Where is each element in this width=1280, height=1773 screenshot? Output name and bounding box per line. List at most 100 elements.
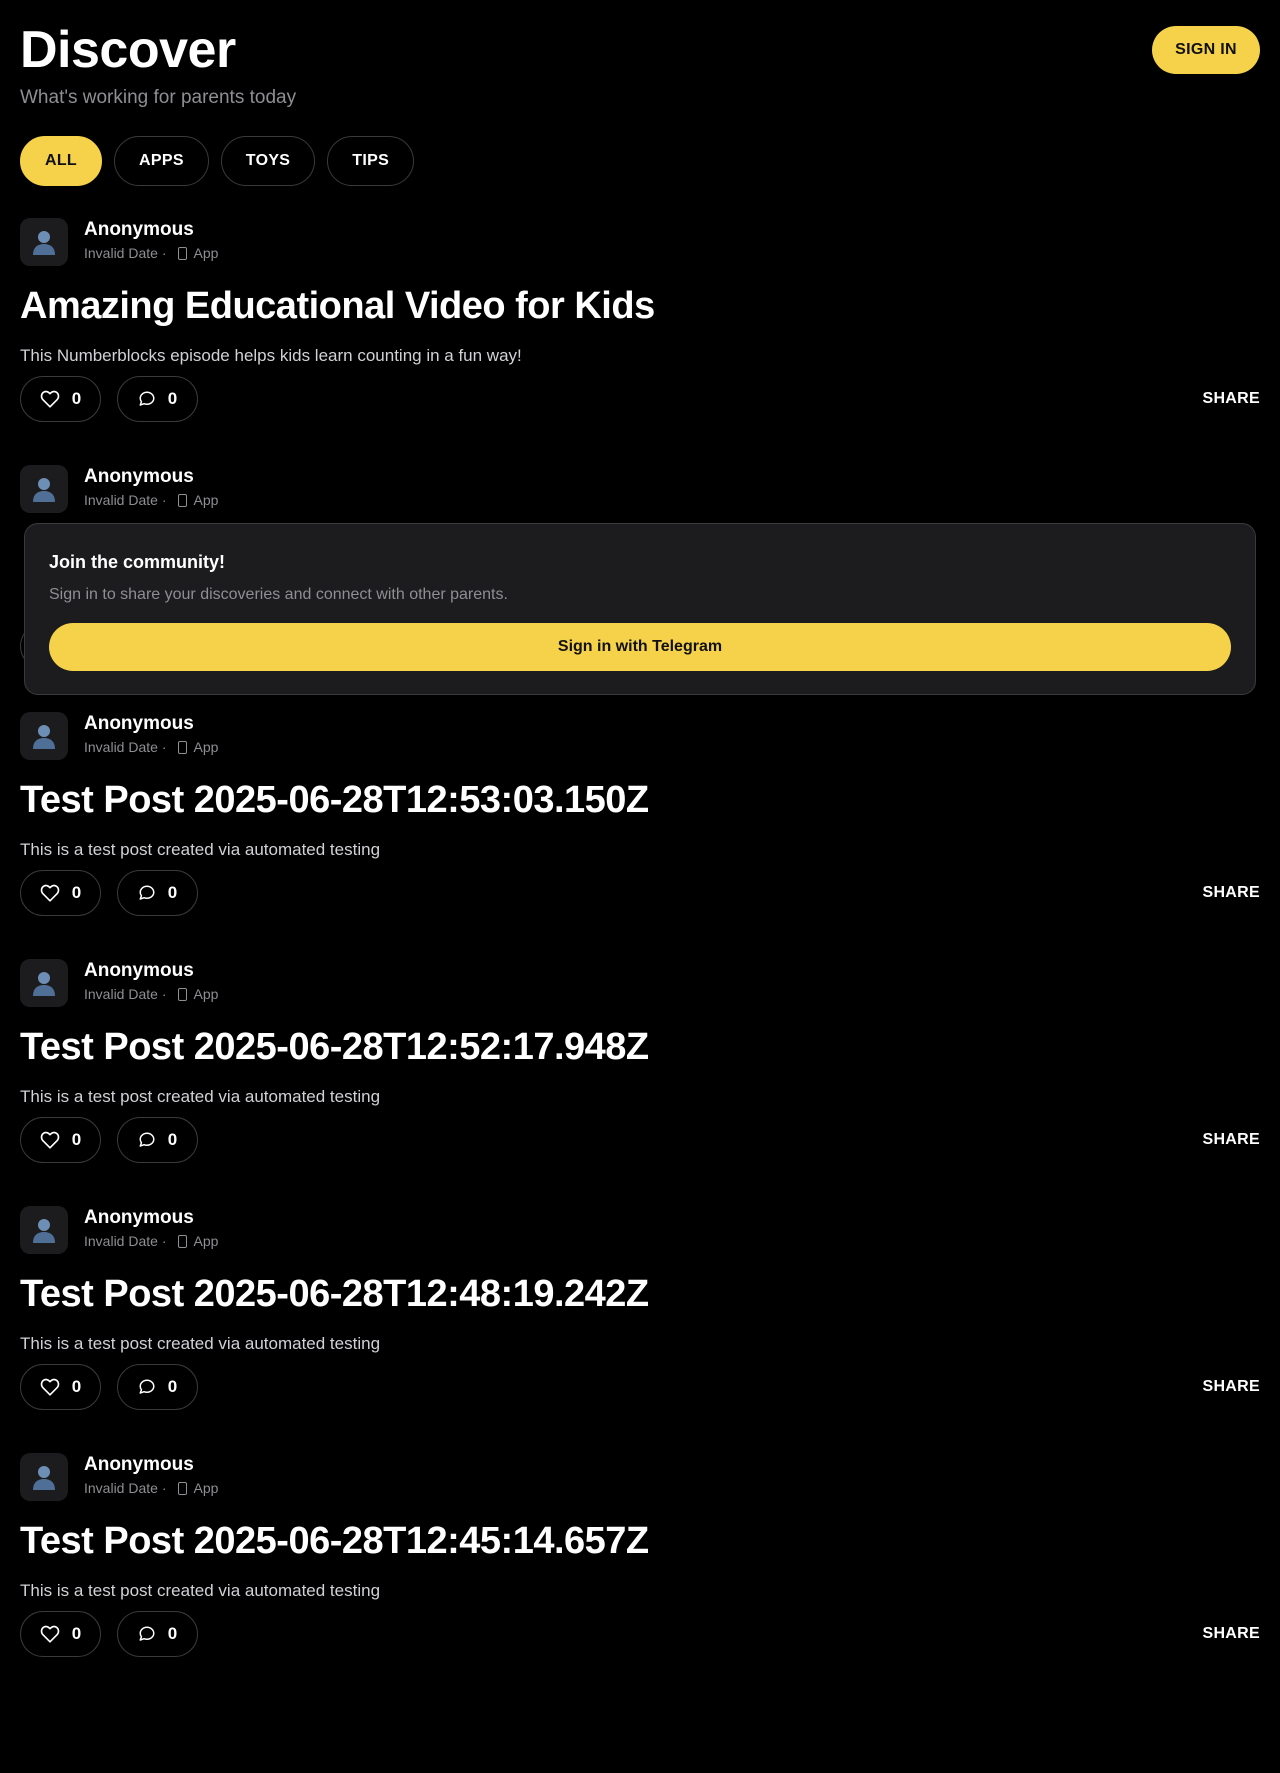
phone-icon: [178, 740, 188, 754]
post-actions: 0 0 SHARE: [20, 870, 1260, 916]
post-type: App: [193, 1233, 219, 1249]
comment-icon: [139, 1132, 155, 1147]
phone-icon: [178, 1481, 188, 1495]
comment-button[interactable]: 0: [117, 376, 198, 422]
post-author: Anonymous: [84, 713, 194, 734]
comment-icon: [139, 1626, 155, 1641]
comment-icon: [139, 885, 155, 900]
comment-button[interactable]: 0: [117, 870, 198, 916]
user-icon: [33, 231, 55, 255]
avatar[interactable]: [20, 1206, 68, 1254]
comment-button[interactable]: 0: [117, 1611, 198, 1657]
post-meta: Anonymous Invalid Date · App: [84, 959, 218, 1003]
like-button[interactable]: 0: [20, 1611, 101, 1657]
post-meta: Anonymous Invalid Date · App: [84, 1206, 218, 1250]
telegram-sign-in-button[interactable]: Sign in with Telegram: [49, 623, 1231, 671]
post-title[interactable]: Amazing Educational Video for Kids: [20, 278, 655, 334]
post-actions: 0 0 SHARE: [20, 1611, 1260, 1657]
filter-tabs: ALL APPS TOYS TIPS: [20, 136, 1260, 206]
post-header: Anonymous Invalid Date · App: [20, 1206, 218, 1256]
post-date: Invalid Date ·: [84, 492, 167, 508]
post-type: App: [193, 739, 219, 755]
post-body: This is a test post created via automate…: [20, 1087, 381, 1106]
post-type: App: [193, 1480, 219, 1496]
post-date: Invalid Date ·: [84, 739, 167, 755]
comment-button[interactable]: 0: [117, 1364, 198, 1410]
like-button[interactable]: 0: [20, 870, 101, 916]
post-actions: 0 0 SHARE: [20, 1364, 1260, 1410]
post-type: App: [193, 986, 219, 1002]
post-author: Anonymous: [84, 219, 194, 240]
post-body: This is a test post created via automate…: [20, 840, 381, 859]
heart-icon: [40, 1378, 60, 1396]
like-count: 0: [71, 1130, 82, 1149]
share-button[interactable]: SHARE: [1202, 390, 1260, 408]
post-card: Anonymous Invalid Date · App Test Post 2…: [20, 700, 1260, 947]
post-header: Anonymous Invalid Date · App: [20, 465, 218, 515]
page-title: Discover: [20, 21, 236, 79]
post-meta: Anonymous Invalid Date · App: [84, 1453, 218, 1497]
heart-icon: [40, 884, 60, 902]
post-author: Anonymous: [84, 960, 194, 981]
comment-icon: [139, 391, 155, 406]
like-button[interactable]: 0: [20, 1117, 101, 1163]
post-title[interactable]: Test Post 2025-06-28T12:52:17.948Z: [20, 1019, 649, 1075]
user-icon: [33, 1466, 55, 1490]
avatar[interactable]: [20, 465, 68, 513]
like-count: 0: [71, 389, 82, 408]
join-card-text: Sign in to share your discoveries and co…: [49, 586, 508, 603]
avatar[interactable]: [20, 959, 68, 1007]
post-meta: Anonymous Invalid Date · App: [84, 712, 218, 756]
share-button[interactable]: SHARE: [1202, 1625, 1260, 1643]
filter-toys[interactable]: TOYS: [220, 136, 316, 186]
join-card-title: Join the community!: [49, 552, 226, 572]
post-header: Anonymous Invalid Date · App: [20, 712, 218, 762]
join-community-card: Join the community! Sign in to share you…: [24, 523, 1256, 695]
comment-count: 0: [167, 1130, 178, 1149]
post-card: Anonymous Invalid Date · App Test Post 2…: [20, 1441, 1260, 1688]
post-date: Invalid Date ·: [84, 245, 167, 261]
avatar[interactable]: [20, 1453, 68, 1501]
phone-icon: [178, 1234, 188, 1248]
comment-button[interactable]: 0: [117, 1117, 198, 1163]
discover-page: Discover What's working for parents toda…: [0, 0, 1280, 1688]
comment-count: 0: [167, 389, 178, 408]
post-title[interactable]: Test Post 2025-06-28T12:53:03.150Z: [20, 772, 649, 828]
user-icon: [33, 478, 55, 502]
avatar[interactable]: [20, 218, 68, 266]
post-submeta: Invalid Date · App: [84, 1479, 218, 1497]
filter-apps[interactable]: APPS: [114, 136, 209, 186]
page-subtitle: What's working for parents today: [20, 87, 297, 108]
like-count: 0: [71, 1624, 82, 1643]
post-title[interactable]: Test Post 2025-06-28T12:48:19.242Z: [20, 1266, 649, 1322]
share-button[interactable]: SHARE: [1202, 1131, 1260, 1149]
post-body: This Numberblocks episode helps kids lea…: [20, 346, 522, 365]
sign-in-button[interactable]: SIGN IN: [1152, 26, 1260, 74]
post-submeta: Invalid Date · App: [84, 738, 218, 756]
filter-all[interactable]: ALL: [20, 136, 103, 186]
post-submeta: Invalid Date · App: [84, 985, 218, 1003]
share-button[interactable]: SHARE: [1202, 1378, 1260, 1396]
post-header: Anonymous Invalid Date · App: [20, 959, 218, 1009]
post-actions: 0 0 SHARE: [20, 376, 1260, 422]
like-button[interactable]: 0: [20, 376, 101, 422]
like-button[interactable]: 0: [20, 1364, 101, 1410]
post-title[interactable]: Test Post 2025-06-28T12:45:14.657Z: [20, 1513, 649, 1569]
phone-icon: [178, 987, 188, 1001]
avatar[interactable]: [20, 712, 68, 760]
like-count: 0: [71, 1377, 82, 1396]
share-button[interactable]: SHARE: [1202, 884, 1260, 902]
user-icon: [33, 725, 55, 749]
post-feed: Anonymous Invalid Date · App Amazing Edu…: [20, 206, 1260, 1688]
comment-count: 0: [167, 1624, 178, 1643]
comment-count: 0: [167, 883, 178, 902]
user-icon: [33, 972, 55, 996]
post-meta: Anonymous Invalid Date · App: [84, 465, 218, 509]
post-submeta: Invalid Date · App: [84, 1232, 218, 1250]
post-actions: 0 0 SHARE: [20, 1117, 1260, 1163]
filter-tips[interactable]: TIPS: [327, 136, 415, 186]
post-date: Invalid Date ·: [84, 1480, 167, 1496]
post-card: Anonymous Invalid Date · App Amazing Edu…: [20, 206, 1260, 453]
post-body: This is a test post created via automate…: [20, 1581, 381, 1600]
post-header: Anonymous Invalid Date · App: [20, 1453, 218, 1503]
